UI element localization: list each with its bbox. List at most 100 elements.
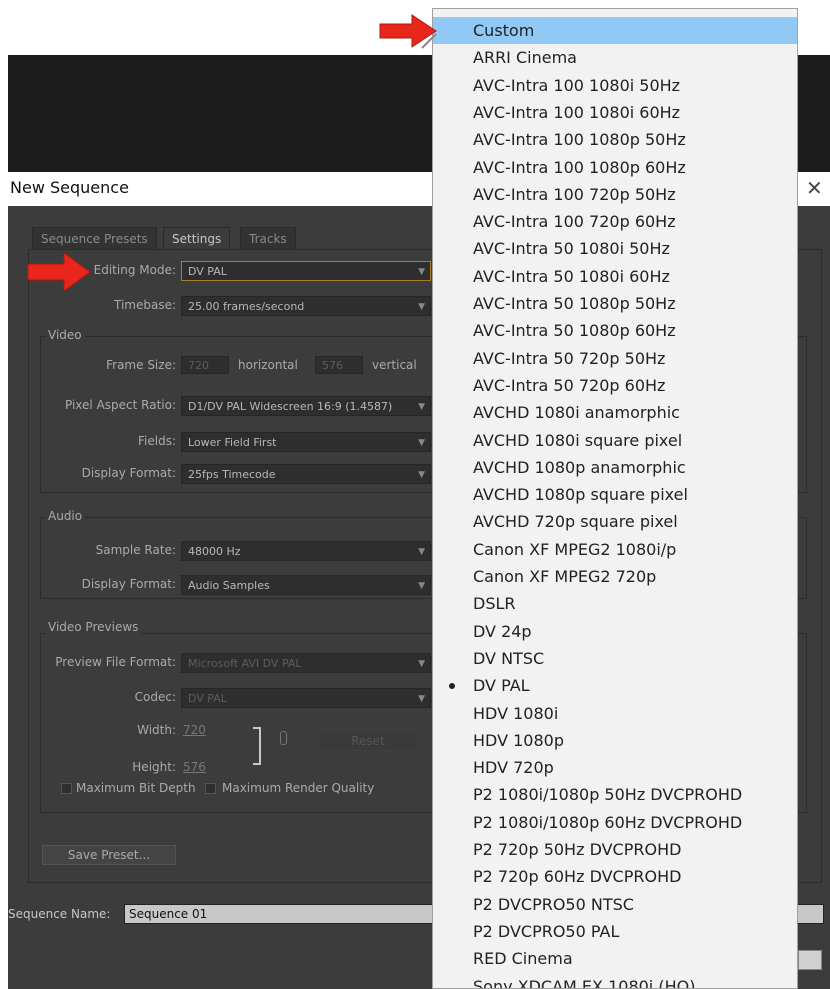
dropdown-option[interactable]: P2 1080i/1080p 50Hz DVCPROHD: [433, 781, 797, 808]
preview-file-format-select[interactable]: Microsoft AVI DV PAL ▼: [181, 653, 431, 673]
dropdown-option[interactable]: AVC-Intra 50 1080p 50Hz: [433, 290, 797, 317]
editing-mode-value: DV PAL: [188, 265, 227, 278]
dropdown-option[interactable]: DV 24p: [433, 618, 797, 645]
selected-bullet-icon: [449, 683, 455, 690]
sequence-name-label: Sequence Name:: [8, 907, 111, 921]
dropdown-option[interactable]: Sony XDCAM EX 1080i (HQ): [433, 973, 797, 989]
dropdown-option[interactable]: AVC-Intra 100 720p 50Hz: [433, 181, 797, 208]
dropdown-arrow-icon: ▼: [418, 402, 425, 412]
dropdown-option[interactable]: HDV 720p: [433, 754, 797, 781]
dropdown-arrow-icon: ▼: [418, 302, 425, 312]
dropdown-option[interactable]: HDV 1080i: [433, 700, 797, 727]
timebase-select[interactable]: 25.00 frames/second ▼: [181, 296, 431, 316]
codec-select[interactable]: DV PAL ▼: [181, 688, 431, 708]
dropdown-option[interactable]: P2 DVCPRO50 NTSC: [433, 891, 797, 918]
dropdown-option[interactable]: HDV 1080p: [433, 727, 797, 754]
close-icon[interactable]: ✕: [806, 176, 823, 200]
dropdown-option[interactable]: P2 720p 50Hz DVCPROHD: [433, 836, 797, 863]
dropdown-option[interactable]: AVC-Intra 100 1080p 50Hz: [433, 126, 797, 153]
tab-tracks[interactable]: Tracks: [240, 227, 296, 251]
dropdown-arrow-icon: ▼: [418, 659, 425, 669]
sample-rate-value: 48000 Hz: [188, 545, 241, 558]
red-arrow-annotation-icon: [27, 252, 91, 292]
dropdown-arrow-icon: ▼: [418, 470, 425, 480]
dropdown-arrow-icon: ▼: [418, 694, 425, 704]
vertical-label: vertical: [372, 358, 417, 372]
sample-rate-label: Sample Rate:: [95, 543, 176, 557]
dropdown-option[interactable]: AVCHD 1080p anamorphic: [433, 454, 797, 481]
link-bracket: [253, 727, 261, 765]
dropdown-option[interactable]: AVC-Intra 50 1080i 50Hz: [433, 235, 797, 262]
window-title: New Sequence: [10, 178, 129, 197]
max-render-quality-checkbox[interactable]: [205, 783, 216, 794]
tab-settings[interactable]: Settings: [163, 227, 231, 250]
video-previews-group-title: Video Previews: [45, 620, 142, 634]
sample-rate-select[interactable]: 48000 Hz ▼: [181, 541, 431, 561]
frame-size-label: Frame Size:: [106, 358, 176, 372]
horizontal-label: horizontal: [238, 358, 298, 372]
dropdown-option[interactable]: ARRI Cinema: [433, 44, 797, 71]
dropdown-option[interactable]: Canon XF MPEG2 720p: [433, 563, 797, 590]
preview-width-value[interactable]: 720: [183, 723, 223, 737]
dropdown-option[interactable]: AVC-Intra 50 720p 60Hz: [433, 372, 797, 399]
fields-label: Fields:: [138, 434, 176, 448]
dropdown-option[interactable]: RED Cinema: [433, 945, 797, 972]
dropdown-option[interactable]: P2 720p 60Hz DVCPROHD: [433, 863, 797, 890]
link-chain-icon[interactable]: [280, 731, 287, 745]
video-display-format-value: 25fps Timecode: [188, 468, 276, 481]
dropdown-option[interactable]: AVC-Intra 100 1080i 50Hz: [433, 72, 797, 99]
dropdown-option[interactable]: P2 1080i/1080p 60Hz DVCPROHD: [433, 809, 797, 836]
tab-sequence-presets[interactable]: Sequence Presets: [32, 227, 157, 251]
dropdown-option[interactable]: AVC-Intra 50 720p 50Hz: [433, 345, 797, 372]
width-label: Width:: [137, 723, 176, 737]
dropdown-arrow-icon: ▼: [418, 547, 425, 557]
video-group-title: Video: [45, 328, 85, 342]
dropdown-option[interactable]: Custom: [433, 17, 797, 44]
dropdown-option[interactable]: AVCHD 1080i anamorphic: [433, 399, 797, 426]
editing-mode-dropdown-list[interactable]: Custom ARRI Cinema AVC-Intra 100 1080i 50H…: [432, 8, 798, 989]
preview-file-format-value: Microsoft AVI DV PAL: [188, 657, 302, 670]
max-bit-depth-checkbox[interactable]: [61, 783, 72, 794]
audio-display-format-select[interactable]: Audio Samples ▼: [181, 575, 431, 595]
max-bit-depth-label: Maximum Bit Depth: [76, 781, 196, 795]
dropdown-option[interactable]: AVCHD 1080p square pixel: [433, 481, 797, 508]
dropdown-option[interactable]: AVC-Intra 100 1080p 60Hz: [433, 154, 797, 181]
video-display-format-select[interactable]: 25fps Timecode ▼: [181, 464, 431, 484]
timebase-value: 25.00 frames/second: [188, 300, 305, 313]
ok-button-edge[interactable]: [798, 950, 822, 970]
height-label: Height:: [132, 760, 176, 774]
dropdown-option[interactable]: P2 DVCPRO50 PAL: [433, 918, 797, 945]
audio-group-title: Audio: [45, 509, 86, 523]
reset-button[interactable]: Reset: [318, 731, 418, 751]
pixel-aspect-ratio-select[interactable]: D1/DV PAL Widescreen 16:9 (1.4587) ▼: [181, 396, 431, 416]
dropdown-option[interactable]: Canon XF MPEG2 1080i/p: [433, 536, 797, 563]
dropdown-option[interactable]: AVC-Intra 50 1080p 60Hz: [433, 317, 797, 344]
fields-value: Lower Field First: [188, 436, 277, 449]
codec-value: DV PAL: [188, 692, 227, 705]
save-preset-button[interactable]: Save Preset...: [42, 845, 176, 865]
audio-display-format-label: Display Format:: [81, 577, 176, 591]
dropdown-option[interactable]: DV NTSC: [433, 645, 797, 672]
dropdown-option[interactable]: DV PAL: [433, 672, 797, 699]
preview-height-value[interactable]: 576: [183, 760, 223, 774]
preview-file-format-label: Preview File Format:: [55, 655, 176, 669]
frame-width-field[interactable]: 720: [181, 356, 229, 374]
dropdown-option[interactable]: AVC-Intra 50 1080i 60Hz: [433, 263, 797, 290]
dropdown-option[interactable]: DSLR: [433, 590, 797, 617]
dropdown-option[interactable]: AVC-Intra 100 1080i 60Hz: [433, 99, 797, 126]
dropdown-option[interactable]: AVCHD 720p square pixel: [433, 508, 797, 535]
red-arrow-annotation-icon: [379, 14, 437, 49]
frame-height-field[interactable]: 576: [315, 356, 363, 374]
pixel-aspect-ratio-value: D1/DV PAL Widescreen 16:9 (1.4587): [188, 400, 393, 413]
codec-label: Codec:: [134, 690, 176, 704]
dropdown-arrow-icon: ▼: [418, 438, 425, 448]
editing-mode-select[interactable]: DV PAL ▼: [181, 261, 431, 281]
dropdown-arrow-icon: ▼: [418, 267, 425, 277]
pixel-aspect-ratio-label: Pixel Aspect Ratio:: [65, 398, 176, 412]
dropdown-option[interactable]: AVC-Intra 100 720p 60Hz: [433, 208, 797, 235]
video-display-format-label: Display Format:: [81, 466, 176, 480]
dropdown-option[interactable]: AVCHD 1080i square pixel: [433, 427, 797, 454]
max-render-quality-label: Maximum Render Quality: [222, 781, 375, 795]
fields-select[interactable]: Lower Field First ▼: [181, 432, 431, 452]
timebase-label: Timebase:: [113, 298, 176, 312]
